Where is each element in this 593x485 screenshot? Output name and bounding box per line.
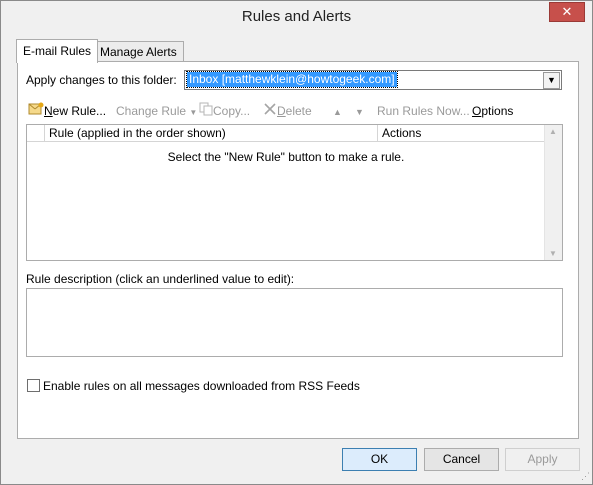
close-button[interactable]: ✕ xyxy=(549,2,585,22)
arrow-down-icon: ▼ xyxy=(355,107,364,117)
delete-label: Delete xyxy=(277,104,312,118)
tab-email-rules[interactable]: E-mail Rules xyxy=(16,39,99,63)
tab-manage-alerts[interactable]: Manage Alerts xyxy=(93,41,184,62)
new-rule-label: New Rule... xyxy=(44,104,107,118)
folder-label: Apply changes to this folder: xyxy=(26,73,177,87)
rss-rules-label[interactable]: Enable rules on all messages downloaded … xyxy=(43,379,360,393)
empty-list-message: Select the "New Rule" button to make a r… xyxy=(167,150,405,164)
resize-grip[interactable]: ⋰ xyxy=(581,471,590,482)
scroll-down-icon[interactable]: ▼ xyxy=(549,249,557,258)
rules-list-scrollbar[interactable]: ▲ ▼ xyxy=(544,125,562,260)
move-up-button[interactable]: ▲ xyxy=(333,102,342,120)
chevron-down-icon[interactable]: ▼ xyxy=(543,72,560,89)
run-rules-now-button[interactable]: Run Rules Now... xyxy=(377,102,470,120)
options-button[interactable]: Options xyxy=(472,102,513,120)
delete-button[interactable]: Delete xyxy=(263,102,312,120)
cancel-label: Cancel xyxy=(442,452,481,466)
ok-label: OK xyxy=(370,452,389,466)
column-header-rule-label: Rule (applied in the order shown) xyxy=(49,126,226,140)
rule-description-box[interactable] xyxy=(26,288,563,357)
copy-button[interactable]: Copy... xyxy=(199,102,250,120)
chevron-down-icon: ▼ xyxy=(189,108,198,117)
move-down-button[interactable]: ▼ xyxy=(355,102,364,120)
column-header-actions[interactable]: Actions xyxy=(378,125,544,142)
copy-label: Copy... xyxy=(213,104,251,118)
change-rule-label: Change Rule xyxy=(116,104,187,118)
rules-alerts-dialog: Rules and Alerts ✕ E-mail Rules Manage A… xyxy=(0,0,593,485)
rules-list[interactable]: Rule (applied in the order shown) Action… xyxy=(26,124,563,261)
arrow-up-icon: ▲ xyxy=(333,107,342,117)
new-rule-icon xyxy=(28,102,44,121)
change-rule-button[interactable]: Change Rule ▼ xyxy=(116,102,197,120)
window-title: Rules and Alerts xyxy=(241,8,352,25)
rule-description-label: Rule description (click an underlined va… xyxy=(26,272,295,286)
close-icon: ✕ xyxy=(561,4,573,19)
tab-email-rules-label: E-mail Rules xyxy=(23,44,92,58)
new-rule-button[interactable]: New Rule... xyxy=(28,102,106,120)
options-label: Options xyxy=(472,104,514,118)
scroll-up-icon[interactable]: ▲ xyxy=(549,127,557,136)
apply-button[interactable]: Apply xyxy=(505,448,580,471)
apply-label: Apply xyxy=(527,452,558,466)
rss-rules-checkbox[interactable] xyxy=(27,379,40,392)
cancel-button[interactable]: Cancel xyxy=(424,448,499,471)
title-bar: Rules and Alerts ✕ xyxy=(1,1,592,33)
column-header-rule[interactable]: Rule (applied in the order shown) xyxy=(45,125,378,142)
list-checkbox-column-header xyxy=(27,125,45,142)
delete-x-icon xyxy=(263,102,277,121)
folder-select[interactable]: Inbox [matthewklein@howtogeek.com] ▼ xyxy=(184,70,562,90)
run-rules-label: Run Rules Now... xyxy=(377,104,470,118)
column-header-actions-label: Actions xyxy=(382,126,422,140)
tab-manage-alerts-label: Manage Alerts xyxy=(100,45,177,59)
folder-select-value: Inbox [matthewklein@howtogeek.com] xyxy=(186,71,398,88)
copy-icon xyxy=(199,102,213,121)
ok-button[interactable]: OK xyxy=(342,448,417,471)
